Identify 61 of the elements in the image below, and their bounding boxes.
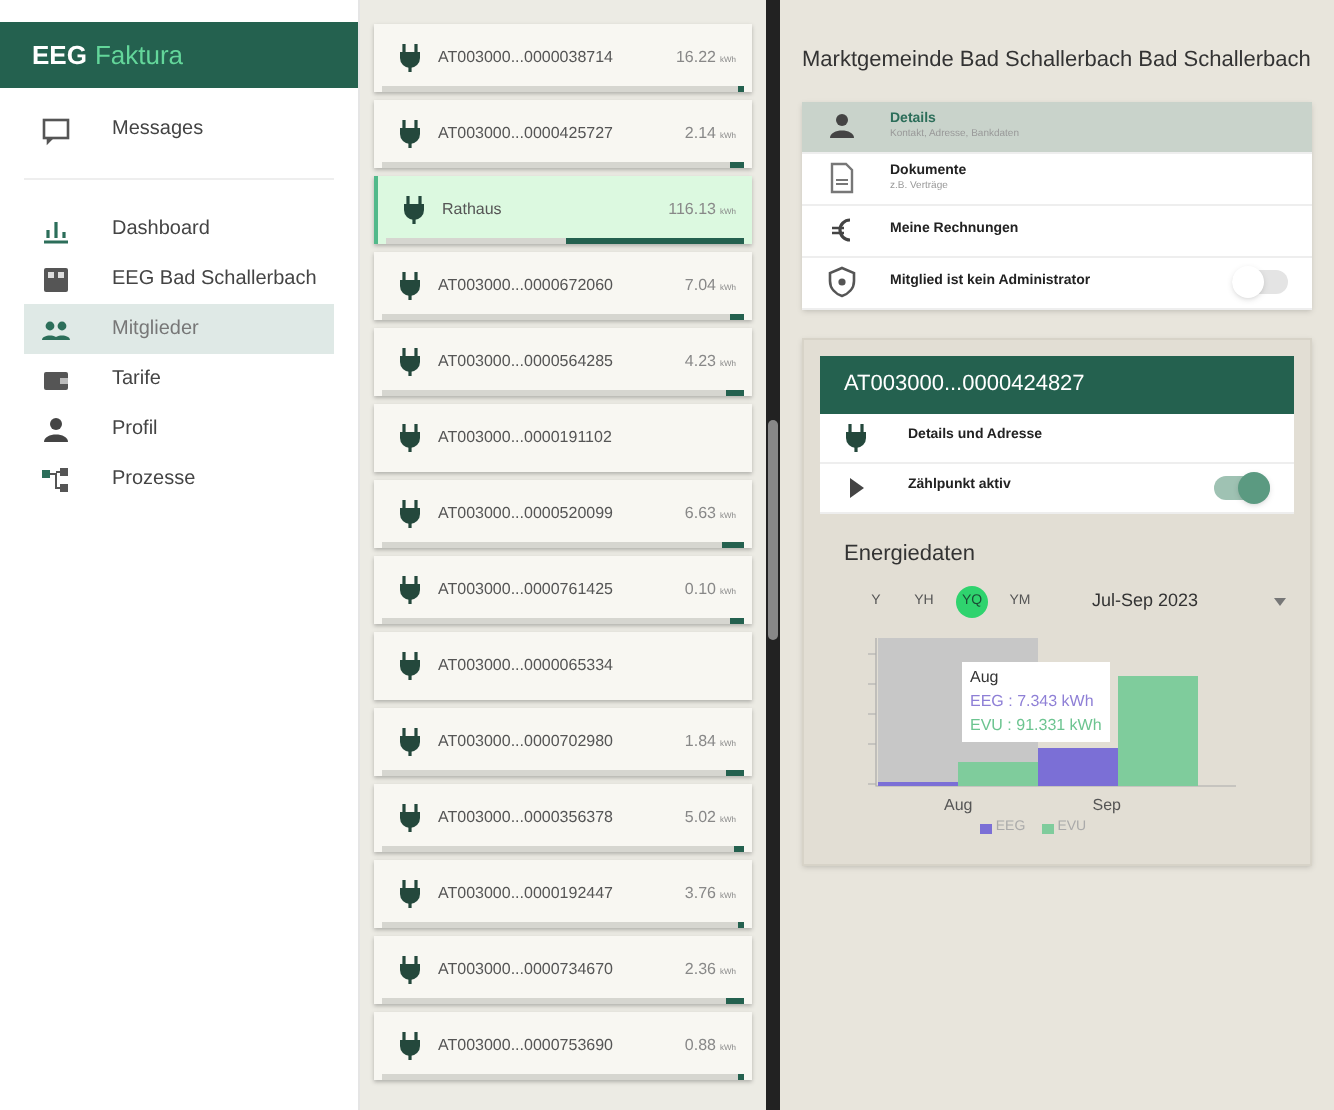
meter-name: AT003000...0000425727: [438, 122, 615, 146]
meter-card[interactable]: AT003000...0000191102: [374, 404, 752, 472]
plug-icon: [398, 44, 422, 72]
meter-name: AT003000...0000702980: [438, 730, 615, 754]
chat-icon: [40, 113, 72, 145]
person-icon: [826, 110, 858, 142]
sidebar-item[interactable]: Profil: [24, 404, 334, 454]
sidebar-item[interactable]: Tarife: [24, 354, 334, 404]
sidebar-item[interactable]: Messages: [24, 104, 334, 154]
plug-icon: [398, 880, 422, 908]
meter-name: AT003000...0000356378: [438, 806, 615, 830]
plug-icon: [398, 576, 422, 604]
person-icon: [40, 413, 72, 445]
plug-icon: [398, 120, 422, 148]
tooltip-title: Aug: [970, 666, 1001, 690]
sidebar-item[interactable]: Prozesse: [24, 454, 334, 504]
tree-icon: [40, 463, 72, 495]
plug-icon: [844, 423, 868, 451]
scrollbar[interactable]: [766, 0, 780, 1110]
meter-name: Rathaus: [442, 198, 504, 222]
meter-name: AT003000...0000672060: [438, 274, 615, 298]
plug-icon: [398, 804, 422, 832]
tooltip-line: EEG : 7.343 kWh: [970, 690, 1096, 714]
plug-icon: [398, 348, 422, 376]
tooltip-line: EVU : 91.331 kWh: [970, 714, 1102, 738]
plug-icon: [398, 956, 422, 984]
meter-name: AT003000...0000564285: [438, 350, 615, 374]
member-title: Marktgemeinde Bad Schallerbach Bad Schallerbach: [802, 46, 1312, 76]
toggle-switch[interactable]: [1214, 475, 1270, 499]
meter-card[interactable]: AT003000...0000065334: [374, 632, 752, 700]
brand-accent: Faktura: [94, 37, 184, 74]
brand-name: EEG: [32, 37, 87, 74]
meter-name: AT003000...0000191102: [438, 426, 614, 450]
plug-icon: [398, 500, 422, 528]
axis-label: Aug: [944, 794, 973, 818]
meter-name: AT003000...0000753690: [438, 1034, 615, 1058]
sidebar-item[interactable]: Mitglieder: [24, 304, 334, 354]
sidebar-item[interactable]: Dashboard: [24, 204, 334, 254]
plug-icon: [398, 1032, 422, 1060]
meter-name: AT003000...0000761425: [438, 578, 615, 602]
building-icon: [40, 263, 72, 295]
plug-icon: [398, 652, 422, 680]
meter-name: AT003000...0000038714: [438, 46, 615, 70]
meter-name: AT003000...0000192447: [438, 882, 615, 906]
energy-title: Energiedaten: [844, 539, 977, 569]
plug-icon: [398, 728, 422, 756]
meter-name: AT003000...0000065334: [438, 654, 615, 678]
range-select[interactable]: Jul-Sep 2023: [1092, 588, 1287, 616]
play-icon: [844, 475, 868, 499]
plug-icon: [398, 424, 422, 452]
meter-header: AT003000...0000424827: [820, 355, 1294, 413]
meter-name: AT003000...0000734670: [438, 958, 615, 982]
sidebar-item[interactable]: EEG Bad Schallerbach: [24, 254, 334, 304]
meter-name: AT003000...0000520099: [438, 502, 615, 526]
plug-icon: [398, 272, 422, 300]
toggle-switch[interactable]: [1232, 270, 1288, 294]
caret-icon: [1274, 598, 1287, 606]
plug-icon: [402, 196, 426, 224]
document-icon: [826, 162, 858, 194]
axis-label: Sep: [1092, 794, 1121, 818]
shield-icon: [826, 266, 858, 298]
